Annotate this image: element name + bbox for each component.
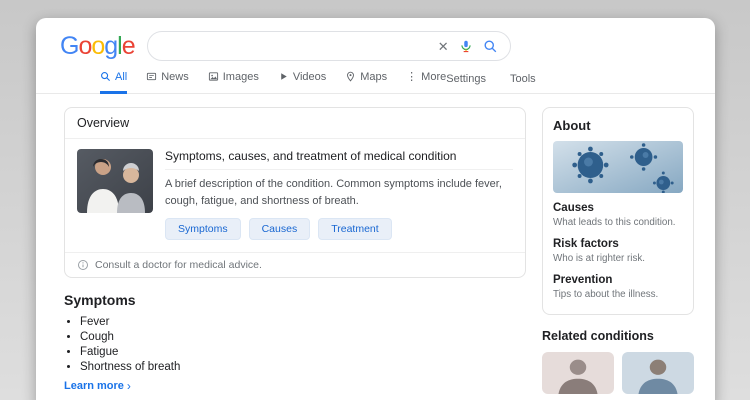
tab-news[interactable]: News <box>146 70 189 94</box>
symptom-item: Cough <box>80 331 526 343</box>
related-grid <box>542 351 694 400</box>
about-section-title: Risk factors <box>553 238 619 251</box>
about-section-text: What leads to this condition. <box>553 217 676 228</box>
tools-button[interactable]: Tools <box>510 73 536 93</box>
sidebar: About Causes What leads to this conditio… <box>542 107 694 400</box>
about-risk-factors: Risk factors Who is at righter risk. <box>553 238 683 265</box>
about-prevention: Prevention Tips to about the illness. <box>553 274 683 301</box>
virus-image <box>553 141 683 193</box>
tab-label: Videos <box>292 70 327 83</box>
browser-window: Google ✕ All News Images Videos Maps ⋮ M… <box>36 18 715 400</box>
header: Google ✕ <box>36 18 715 61</box>
videos-icon <box>281 73 287 80</box>
logo-letter: o <box>91 31 105 60</box>
symptom-item: Shortness of breath <box>80 361 526 373</box>
info-icon <box>78 260 88 270</box>
tab-videos[interactable]: Videos <box>278 70 326 94</box>
about-section-text: Tips to about the illness. <box>553 289 659 301</box>
logo-letter: G <box>60 31 79 60</box>
google-logo[interactable]: Google <box>60 31 136 61</box>
treatment-button[interactable]: Treatment <box>318 218 392 240</box>
overview-footer: Consult a doctor for medical advice. <box>65 252 525 277</box>
doctor-patient-image <box>77 149 153 213</box>
about-section-title: Causes <box>553 202 594 214</box>
overview-card: Overview Symptoms, causes, and treatment… <box>64 107 526 278</box>
search-input[interactable] <box>159 32 428 60</box>
images-icon <box>208 72 218 81</box>
overview-card-header: Overview <box>65 108 525 139</box>
tab-label: Images <box>222 70 259 83</box>
tab-maps[interactable]: Maps <box>345 70 387 94</box>
symptom-item: Fatigue <box>80 346 526 358</box>
maps-icon <box>347 71 355 82</box>
about-heading: About <box>553 118 591 133</box>
related-heading: Related conditions <box>542 328 654 343</box>
overview-title: Symptoms, causes, and treatment of medic… <box>165 149 513 170</box>
search-tab-icon <box>101 72 111 82</box>
settings-button[interactable]: Settings <box>446 73 486 93</box>
clear-search-icon[interactable]: ✕ <box>438 40 449 53</box>
about-section-title: Prevention <box>553 274 613 287</box>
results-content: Overview Symptoms, causes, and treatment… <box>36 94 715 400</box>
logo-letter: o <box>78 31 92 60</box>
related-condition-image[interactable] <box>622 351 694 394</box>
about-section-text: Who is at righter risk. <box>553 253 646 265</box>
learn-more-link[interactable]: Learn more › <box>64 380 526 392</box>
learn-more-label: Learn more <box>64 380 124 392</box>
symptoms-button[interactable]: Symptoms <box>165 218 241 240</box>
tabs-left-group: All News Images Videos Maps ⋮ More <box>100 70 446 94</box>
symptom-item: Fever <box>80 316 526 328</box>
about-causes: Causes What leads to this condition. <box>553 202 683 229</box>
tab-label: News <box>161 70 189 83</box>
symptoms-list: Fever Cough Fatigue Shortness of breath <box>80 316 526 373</box>
tab-images[interactable]: Images <box>208 70 259 94</box>
disclaimer-text: Consult a doctor for medical advice. <box>95 259 262 271</box>
chevron-right-icon: › <box>126 379 131 393</box>
search-box[interactable]: ✕ <box>146 31 511 61</box>
tab-label: All <box>115 70 128 83</box>
related-condition-image[interactable] <box>542 351 614 394</box>
main-column: Overview Symptoms, causes, and treatment… <box>64 107 526 400</box>
causes-button[interactable]: Causes <box>248 218 311 240</box>
related-conditions-section: Related conditions <box>542 329 694 400</box>
results-tabs: All News Images Videos Maps ⋮ More Setti… <box>36 70 715 94</box>
logo-letter: e <box>121 31 136 60</box>
tab-all[interactable]: All <box>100 70 128 94</box>
overview-buttons: Symptoms Causes Treatment <box>165 218 513 240</box>
microphone-icon[interactable] <box>459 39 473 53</box>
news-icon <box>147 72 157 81</box>
tab-label: More <box>421 70 447 83</box>
logo-letter: g <box>104 31 118 60</box>
overview-card-body: Symptoms, causes, and treatment of medic… <box>65 139 525 252</box>
about-card: About Causes What leads to this conditio… <box>542 107 694 315</box>
tab-label: Maps <box>360 70 388 83</box>
symptoms-section: Symptoms Fever Cough Fatigue Shortness o… <box>64 292 526 392</box>
more-icon: ⋮ <box>406 71 418 83</box>
tab-more[interactable]: ⋮ More <box>406 70 446 94</box>
overview-description: A brief description of the condition. Co… <box>165 178 502 207</box>
symptoms-heading: Symptoms <box>64 292 136 308</box>
search-icon[interactable] <box>483 39 498 54</box>
tabs-right-group: Settings Tools <box>446 73 535 93</box>
overview-text: Symptoms, causes, and treatment of medic… <box>165 149 513 240</box>
